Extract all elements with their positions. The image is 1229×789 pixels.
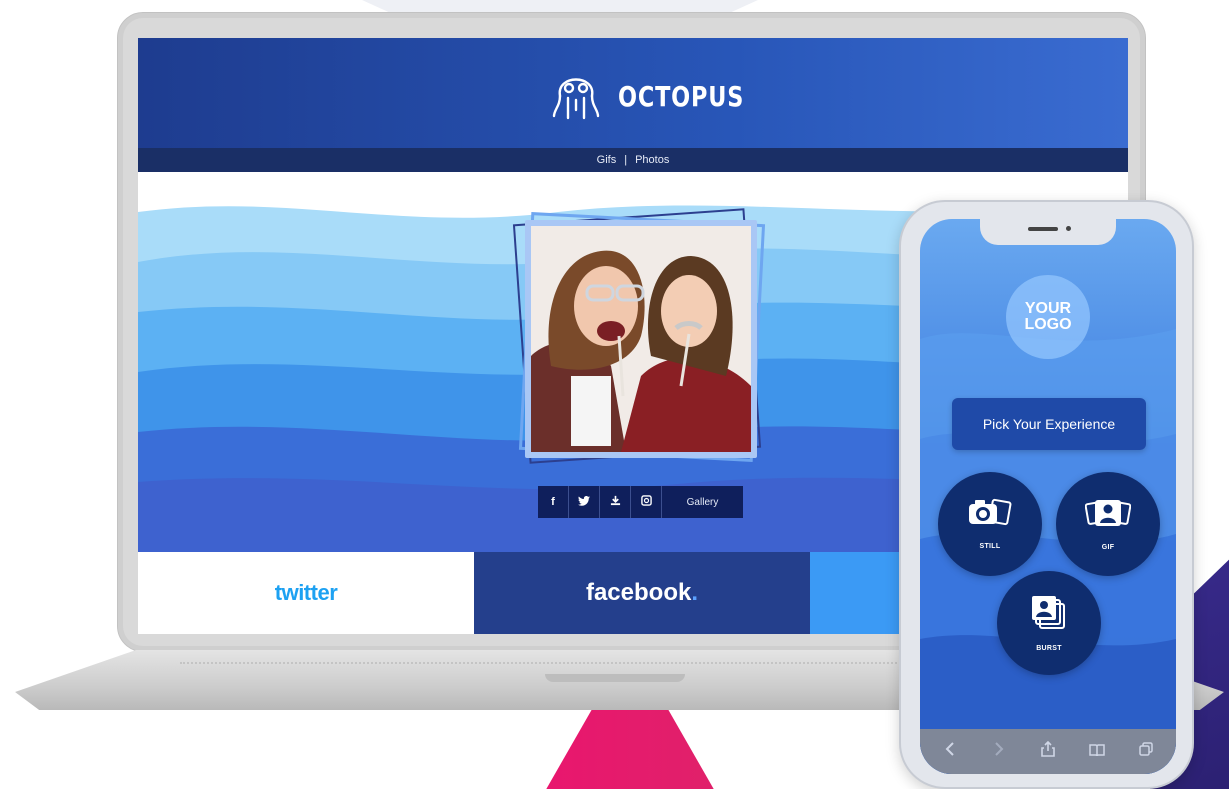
site-logo[interactable]: OCTOPUS bbox=[550, 66, 776, 127]
facebook-logo-tile[interactable]: facebook. bbox=[474, 552, 810, 634]
burst-mode-button[interactable]: BURST bbox=[997, 571, 1101, 675]
back-button[interactable] bbox=[936, 738, 964, 766]
brand-name: OCTOPUS bbox=[618, 80, 745, 113]
phone-device: YOUR LOGO Pick Your Experience STILL GIF… bbox=[899, 200, 1194, 789]
share-bar: f Gallery bbox=[538, 486, 743, 518]
frame-main bbox=[525, 220, 757, 458]
chevron-left-icon bbox=[945, 742, 955, 761]
speaker-grille bbox=[1028, 227, 1058, 231]
facebook-wordmark: facebook bbox=[585, 579, 692, 606]
tabs-icon bbox=[1138, 742, 1153, 761]
forward-button[interactable] bbox=[985, 738, 1013, 766]
facebook-wordmark-dot: . bbox=[691, 579, 699, 606]
phone-screen: YOUR LOGO Pick Your Experience STILL GIF… bbox=[920, 219, 1176, 774]
phone-notch bbox=[980, 219, 1116, 245]
share-icon bbox=[1041, 740, 1055, 762]
chevron-right-icon bbox=[994, 742, 1004, 761]
twitter-logo-tile[interactable]: twitter bbox=[138, 552, 474, 634]
guest-photo bbox=[531, 226, 751, 452]
twitter-icon bbox=[578, 495, 590, 509]
download-icon bbox=[610, 495, 621, 509]
photo-frame[interactable] bbox=[512, 208, 766, 464]
browser-toolbar bbox=[920, 729, 1176, 774]
gallery-button[interactable]: Gallery bbox=[662, 486, 743, 518]
still-label: STILL bbox=[979, 543, 1001, 550]
gif-portraits-icon bbox=[1084, 497, 1132, 534]
camera-icon bbox=[967, 498, 1013, 533]
logo-line-2: LOGO bbox=[1024, 316, 1072, 333]
burst-label: BURST bbox=[1036, 645, 1062, 652]
your-logo-placeholder: YOUR LOGO bbox=[1006, 275, 1090, 359]
burst-stack-icon bbox=[1030, 594, 1068, 635]
twitter-share-button[interactable] bbox=[569, 486, 600, 518]
nav-photos-link[interactable]: Photos bbox=[635, 154, 669, 166]
front-camera bbox=[1066, 226, 1071, 231]
subnav: Gifs | Photos bbox=[138, 148, 1128, 172]
instagram-icon bbox=[640, 495, 652, 509]
still-mode-button[interactable]: STILL bbox=[938, 472, 1042, 576]
twitter-wordmark: twitter bbox=[274, 580, 338, 605]
site-header: OCTOPUS bbox=[138, 38, 1128, 148]
share-button[interactable] bbox=[1034, 738, 1062, 766]
facebook-share-button[interactable]: f bbox=[538, 486, 569, 518]
facebook-icon: f bbox=[551, 496, 555, 508]
instagram-share-button[interactable] bbox=[631, 486, 662, 518]
nav-gifs-link[interactable]: Gifs bbox=[597, 154, 617, 166]
tabs-button[interactable] bbox=[1132, 738, 1160, 766]
gif-label: GIF bbox=[1101, 544, 1115, 551]
download-button[interactable] bbox=[600, 486, 631, 518]
octopus-icon bbox=[550, 66, 602, 127]
laptop-notch bbox=[545, 674, 685, 682]
nav-separator: | bbox=[624, 154, 628, 166]
book-icon bbox=[1089, 743, 1105, 761]
bookmarks-button[interactable] bbox=[1083, 738, 1111, 766]
pick-experience-button[interactable]: Pick Your Experience bbox=[952, 398, 1146, 450]
logo-line-1: YOUR bbox=[1024, 300, 1072, 317]
gif-mode-button[interactable]: GIF bbox=[1056, 472, 1160, 576]
